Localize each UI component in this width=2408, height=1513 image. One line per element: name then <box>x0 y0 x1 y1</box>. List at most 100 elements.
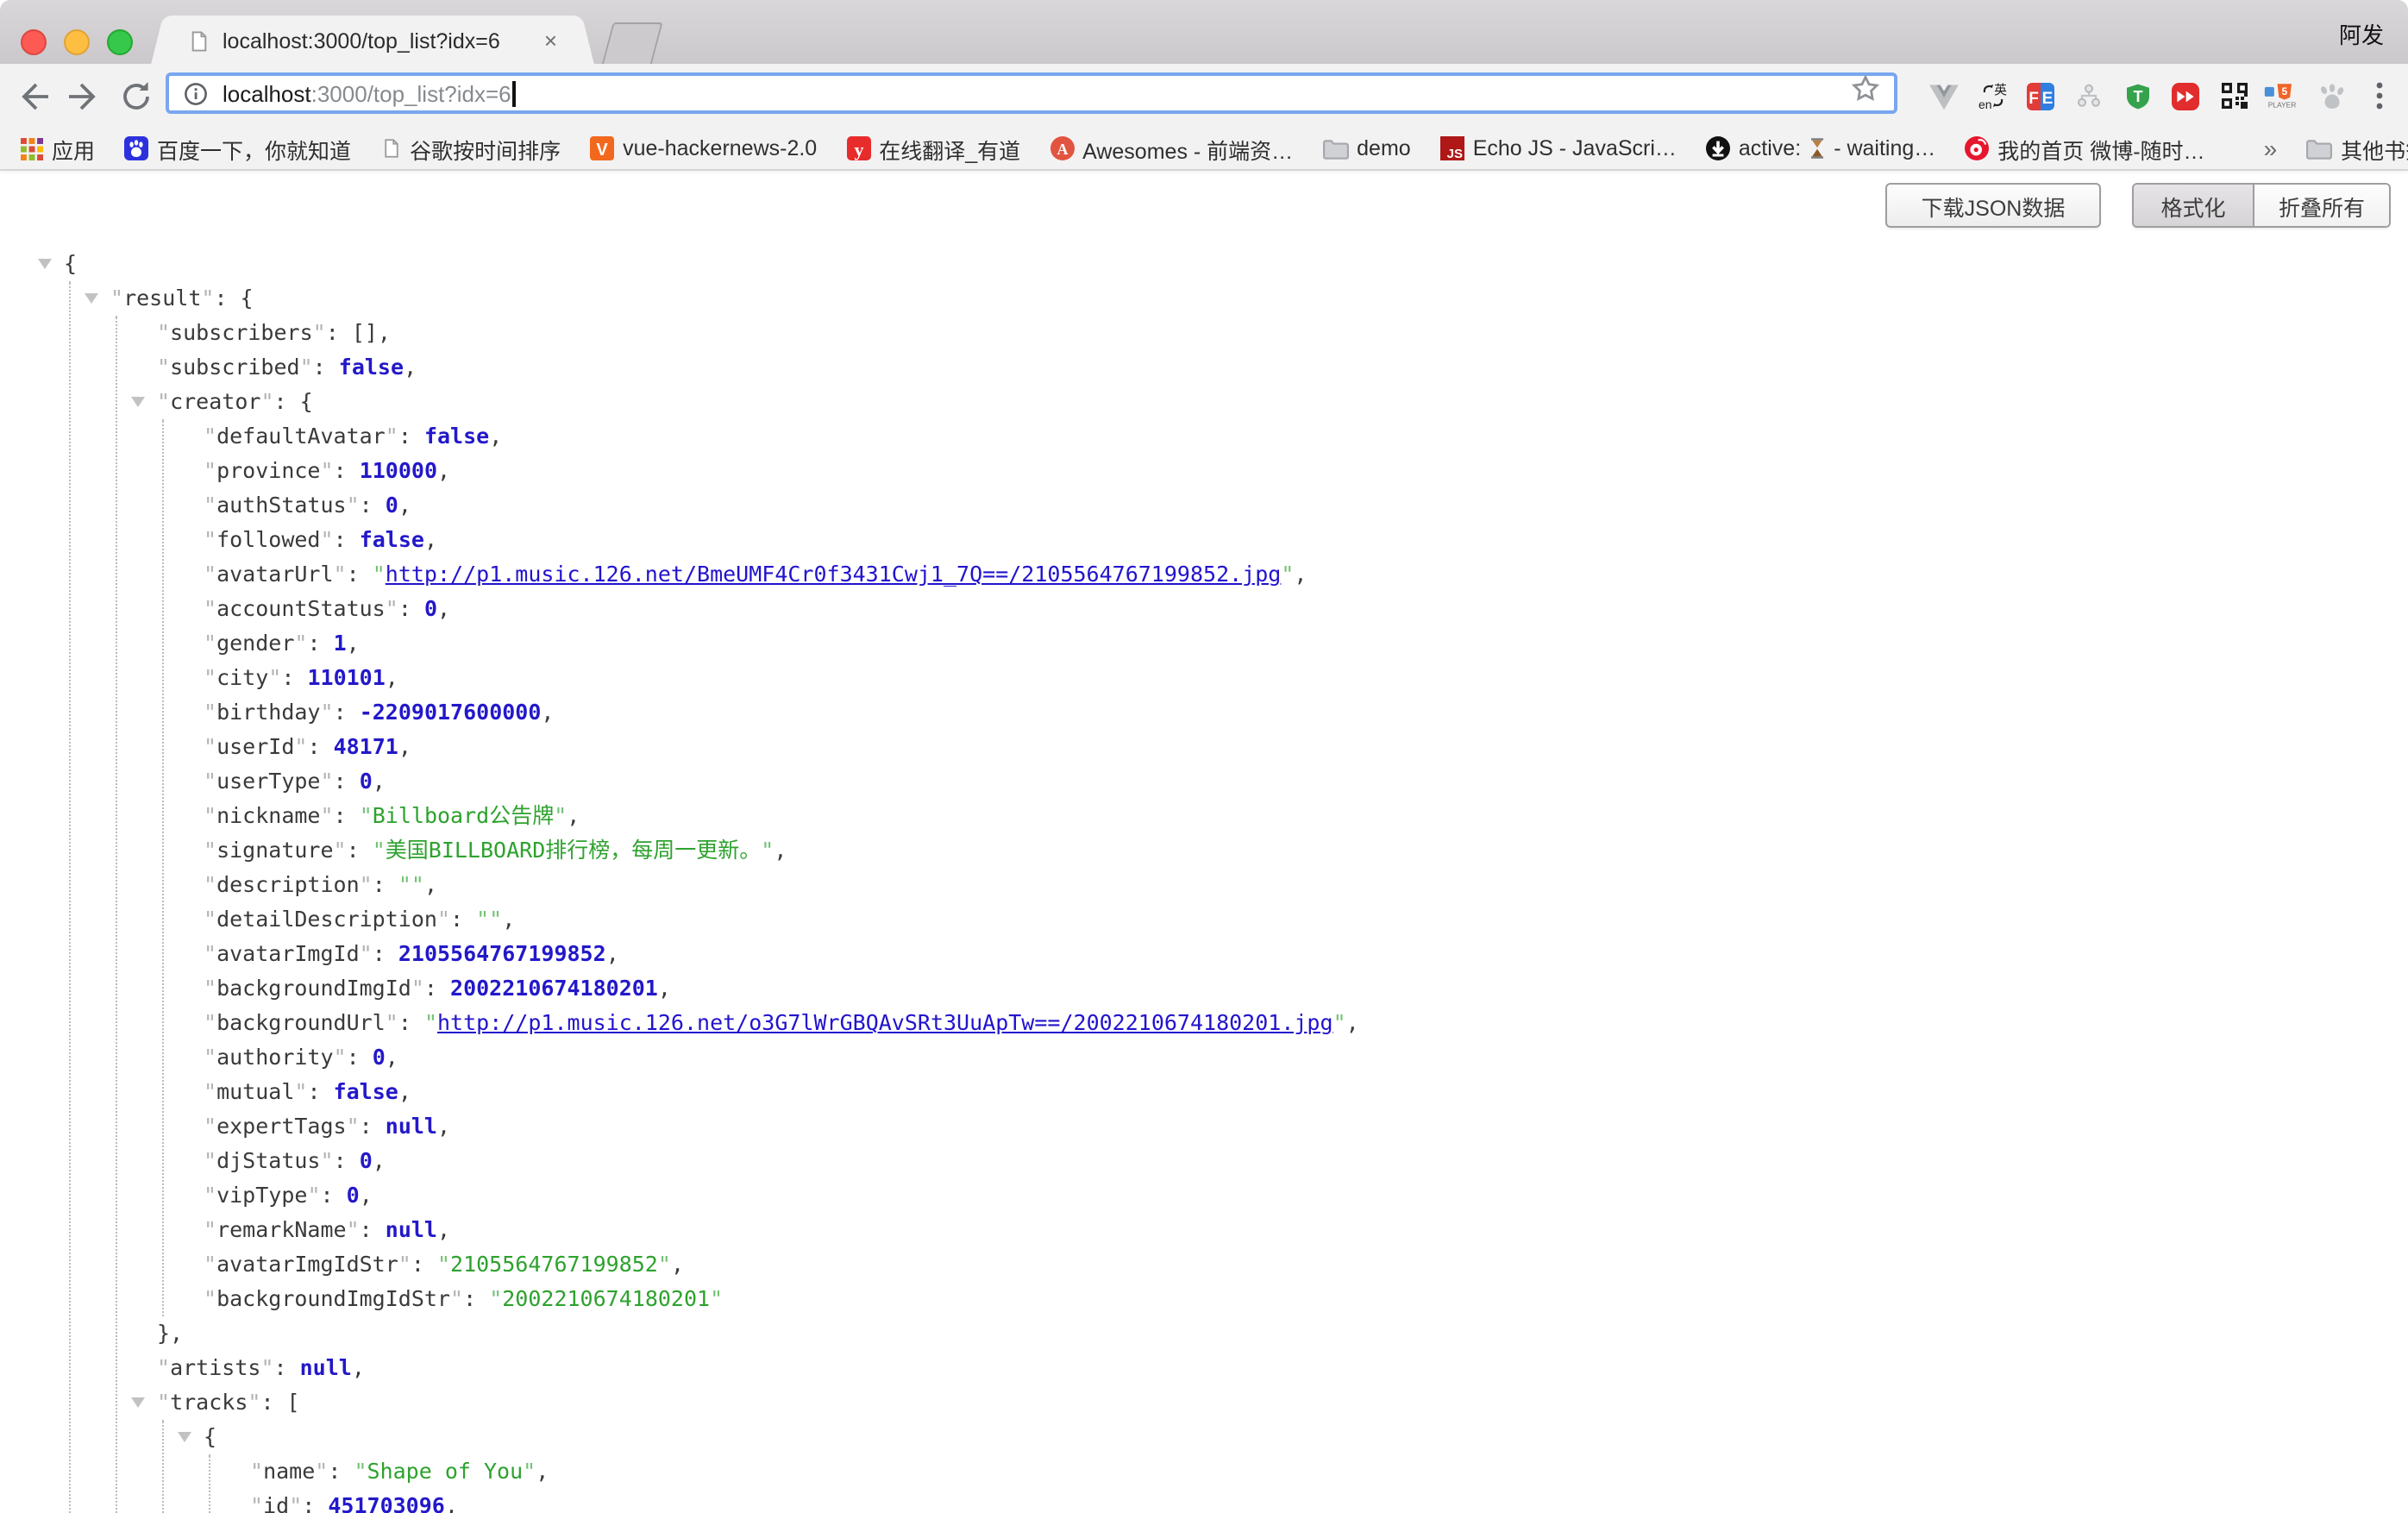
json-token: backgroundImgIdStr <box>216 1285 450 1311</box>
json-token: : <box>360 1216 386 1242</box>
json-token: expertTags <box>216 1113 347 1139</box>
json-token: " <box>321 802 334 828</box>
download-circle-icon <box>1706 136 1730 160</box>
json-token: : [ <box>260 1389 299 1415</box>
menu-dots-icon[interactable] <box>2360 75 2398 116</box>
json-token: " <box>334 837 347 863</box>
json-line: "authority": 0, <box>0 1040 2408 1075</box>
bookmark-item[interactable]: AAwesomes - 前端资… <box>1050 132 1293 165</box>
json-token: " <box>268 664 281 690</box>
collapse-toggle-icon[interactable] <box>178 1432 191 1442</box>
json-token: " <box>157 354 170 380</box>
extensions-toolbar: 英en FE T 5PLAYER <box>1925 64 2398 128</box>
json-token: birthday <box>216 699 320 725</box>
json-token: " <box>204 526 216 552</box>
paw-gray-icon[interactable] <box>2311 75 2349 116</box>
url-bar[interactable]: localhost:3000/top_list?idx=6 <box>166 72 1897 114</box>
other-bookmarks-folder[interactable]: 其他书签 <box>2306 132 2408 165</box>
reload-button[interactable] <box>117 78 155 116</box>
bookmark-item[interactable]: 谷歌按时间排序 <box>380 132 561 165</box>
json-token: defaultAvatar <box>216 423 386 449</box>
json-token: city <box>216 664 268 690</box>
sitemap-icon[interactable] <box>2070 75 2108 116</box>
json-token: " <box>1281 561 1294 587</box>
json-token: : <box>398 1009 424 1035</box>
json-token: " <box>289 1492 302 1513</box>
json-token: " <box>437 906 450 932</box>
bookmark-item[interactable]: 百度一下，你就知道 <box>124 132 351 165</box>
browser-tab[interactable]: localhost:3000/top_list?idx=6 × <box>171 16 574 66</box>
translate-icon[interactable]: 英en <box>1973 75 2011 116</box>
tab-close-icon[interactable]: × <box>544 29 557 52</box>
json-token: Billboard公告牌 <box>373 802 554 828</box>
bookmark-item[interactable]: demo <box>1322 136 1411 160</box>
collapse-toggle-icon[interactable] <box>131 397 145 407</box>
traffic-lights <box>21 29 133 55</box>
page-icon <box>380 136 401 160</box>
json-token: " <box>204 906 216 932</box>
zoom-window-button[interactable] <box>107 29 133 55</box>
json-token: " <box>294 630 307 656</box>
bookmark-item[interactable]: 我的首页 微博-随时… <box>1965 132 2204 165</box>
back-button[interactable] <box>14 78 52 116</box>
json-token: " <box>110 285 123 311</box>
json-token: , <box>437 1113 450 1139</box>
bookmark-item[interactable]: active:- waiting… <box>1706 136 1935 160</box>
bookmark-item[interactable]: Vvue-hackernews-2.0 <box>590 136 817 160</box>
json-token: " <box>321 768 334 794</box>
fast-forward-icon[interactable] <box>2167 75 2204 116</box>
json-url-link[interactable]: http://p1.music.126.net/o3G7lWrGBQAvSRt3… <box>437 1009 1333 1035</box>
json-token: : <box>334 1147 360 1173</box>
collapse-toggle-icon[interactable] <box>38 259 52 269</box>
vue-gray-icon[interactable] <box>1925 75 1963 116</box>
json-token: " <box>354 1458 367 1484</box>
json-token: 110000 <box>360 457 437 483</box>
new-tab-button[interactable] <box>601 22 662 66</box>
json-token: Shape of You <box>367 1458 524 1484</box>
json-url-link[interactable]: http://p1.music.126.net/BmeUMF4Cr0f3431C… <box>386 561 1282 587</box>
json-token: " <box>204 1113 216 1139</box>
json-token: " <box>250 1458 263 1484</box>
forward-button[interactable] <box>66 78 103 116</box>
json-token: " <box>204 595 216 621</box>
minimize-window-button[interactable] <box>64 29 90 55</box>
shield-t-icon[interactable]: T <box>2118 75 2156 116</box>
collapse-toggle-icon[interactable] <box>85 293 98 304</box>
collapse-all-button[interactable]: 折叠所有 <box>2254 185 2389 226</box>
info-circle-icon[interactable] <box>183 80 209 106</box>
json-token: " <box>204 561 216 587</box>
download-json-button[interactable]: 下载JSON数据 <box>1885 183 2101 228</box>
close-window-button[interactable] <box>21 29 47 55</box>
json-token: { <box>64 250 77 276</box>
bookmark-star-icon[interactable] <box>1851 74 1880 112</box>
json-token: description <box>216 871 360 897</box>
qr-code-icon[interactable] <box>2215 75 2253 116</box>
bookmark-label: vue-hackernews-2.0 <box>623 136 817 160</box>
svg-text:T: T <box>2133 87 2142 104</box>
json-token: : <box>307 630 333 656</box>
bookmark-label: 百度一下，你就知道 <box>157 132 351 165</box>
json-token: 0 <box>386 492 398 518</box>
json-token: " <box>437 1251 450 1277</box>
fe-icon[interactable]: FE <box>2022 75 2060 116</box>
json-token: name <box>263 1458 315 1484</box>
json-token: " <box>300 354 313 380</box>
collapse-toggle-icon[interactable] <box>131 1397 145 1408</box>
json-token: " <box>157 1354 170 1380</box>
h5-player-icon[interactable]: 5PLAYER <box>2263 75 2301 116</box>
json-token: : <box>450 906 476 932</box>
bookmark-item[interactable]: y在线翻译_有道 <box>846 132 1020 165</box>
json-token: authority <box>216 1044 333 1070</box>
profile-name[interactable]: 阿发 <box>2339 17 2384 50</box>
url-path-text: :3000/top_list?idx=6 <box>311 80 511 106</box>
bookmark-item[interactable]: JSEcho JS - JavaScri… <box>1440 136 1677 160</box>
json-token: backgroundUrl <box>216 1009 386 1035</box>
format-button[interactable]: 格式化 <box>2134 185 2254 226</box>
json-token: 0 <box>373 1044 386 1070</box>
bookmark-item[interactable]: 应用 <box>21 132 95 165</box>
bookmarks-overflow-chevron[interactable]: » <box>2264 135 2278 162</box>
json-token: vipType <box>216 1182 307 1208</box>
json-line: "authStatus": 0, <box>0 488 2408 523</box>
json-token: , <box>437 595 450 621</box>
json-token: " <box>321 1147 334 1173</box>
